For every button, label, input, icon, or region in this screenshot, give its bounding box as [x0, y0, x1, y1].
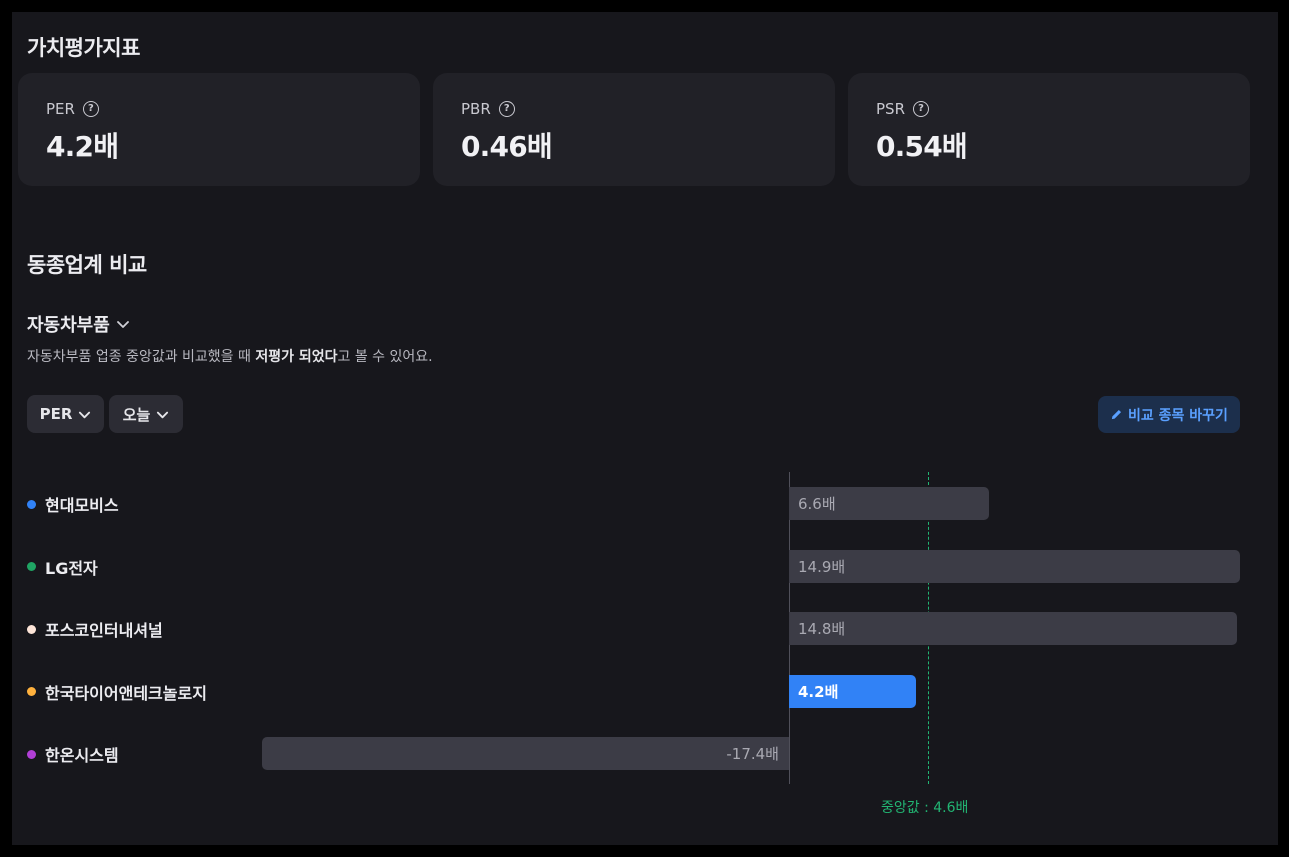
peer-comparison-title: 동종업계 비교 — [27, 253, 147, 277]
help-icon[interactable]: ? — [82, 101, 99, 117]
peer-name: 한국타이어앤테크놀로지 — [45, 683, 207, 703]
bar-value-label: -17.4배 — [726, 745, 779, 763]
peer-name: LG전자 — [45, 558, 98, 578]
bar: 6.6배 — [789, 487, 989, 520]
chevron-down-icon — [79, 411, 91, 418]
card-psr-label-row: PSR ? — [876, 100, 929, 118]
legend-dot — [27, 687, 36, 696]
desc-emphasis: 저평가 되었다 — [255, 349, 338, 365]
card-value: 4.2배 — [46, 130, 119, 163]
bar: 14.9배 — [789, 549, 1241, 583]
legend-dot — [27, 749, 36, 759]
peer-label[interactable]: LG전자 — [27, 555, 98, 579]
metric-select[interactable]: PER — [27, 395, 104, 433]
bar: 14.8배 — [789, 612, 1238, 645]
bar: -17.4배 — [261, 737, 789, 770]
card-value: 0.46배 — [461, 130, 553, 163]
chevron-down-icon — [157, 411, 169, 418]
desc-suffix: 고 볼 수 있어요. — [337, 349, 433, 365]
legend-dot — [27, 624, 36, 634]
bar-value-label: 4.2배 — [798, 682, 839, 701]
bar-value-label: 6.6배 — [798, 495, 836, 513]
legend-dot — [27, 499, 36, 509]
card-label: PSR — [876, 100, 905, 118]
change-comparison-label: 비교 종목 바꾸기 — [1128, 407, 1228, 424]
legend-dot — [27, 562, 36, 571]
peer-name: 포스코인터내셔널 — [45, 621, 163, 640]
bar: 4.2배 — [789, 674, 917, 708]
card-per: PER ? 4.2배 — [18, 73, 420, 186]
metric-select-value: PER — [39, 405, 73, 423]
industry-label: 자동차부품 — [27, 315, 110, 336]
help-icon[interactable]: ? — [913, 101, 929, 117]
industry-selector[interactable]: 자동차부품 — [27, 311, 130, 337]
card-per-label-row: PER ? — [46, 100, 99, 118]
period-select-value: 오늘 — [122, 405, 151, 424]
card-value: 0.54배 — [876, 130, 968, 163]
valuation-panel: 가치평가지표 PER ? 4.2배 PBR ? 0.46배 PSR ? 0.54… — [12, 12, 1278, 845]
peer-label[interactable]: 한온시스템 — [27, 742, 119, 766]
median-label: 중앙값 : 4.6배 — [881, 800, 969, 816]
help-icon[interactable]: ? — [498, 101, 515, 117]
peer-label[interactable]: 포스코인터내셔널 — [27, 617, 163, 641]
chevron-down-icon — [116, 321, 129, 328]
peer-label[interactable]: 현대모비스 — [27, 492, 119, 516]
desc-prefix: 자동차부품 업종 중앙값과 비교했을 때 — [27, 349, 256, 365]
valuation-title: 가치평가지표 — [27, 36, 140, 60]
card-pbr: PBR ? 0.46배 — [433, 73, 835, 186]
card-psr: PSR ? 0.54배 — [848, 73, 1250, 186]
card-pbr-label-row: PBR ? — [461, 100, 515, 118]
change-comparison-button[interactable]: 비교 종목 바꾸기 — [1098, 396, 1240, 433]
peer-label[interactable]: 한국타이어앤테크놀로지 — [27, 680, 207, 704]
pencil-icon — [1111, 409, 1122, 420]
peer-name: 현대모비스 — [45, 496, 119, 515]
period-select[interactable]: 오늘 — [109, 395, 183, 433]
bar-value-label: 14.9배 — [798, 557, 846, 576]
bar-value-label: 14.8배 — [798, 620, 846, 638]
comparison-description: 자동차부품 업종 중앙값과 비교했을 때 저평가 되었다고 볼 수 있어요. — [27, 346, 433, 366]
card-label: PBR — [461, 100, 491, 118]
peer-name: 한온시스템 — [45, 746, 119, 765]
card-label: PER — [46, 100, 75, 118]
